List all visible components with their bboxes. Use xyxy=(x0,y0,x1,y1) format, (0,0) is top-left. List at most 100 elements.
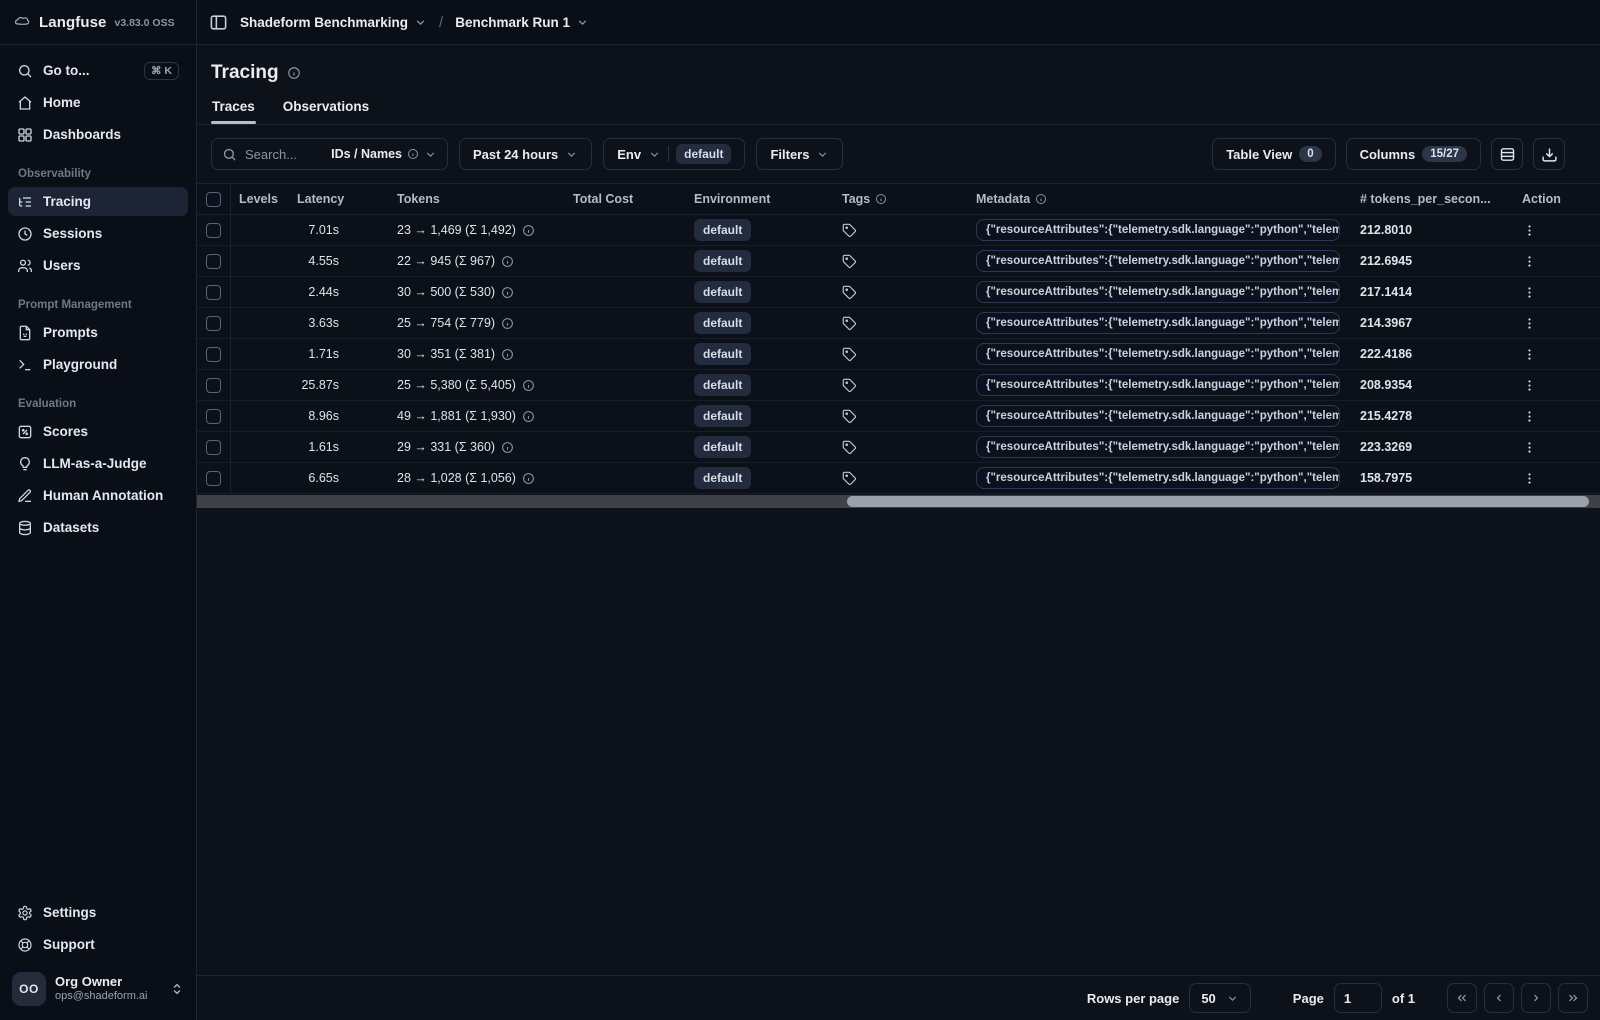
kebab-menu-icon[interactable] xyxy=(1522,254,1537,269)
sidebar-item-dashboards[interactable]: Dashboards xyxy=(8,120,188,149)
last-page-button[interactable] xyxy=(1558,983,1588,1013)
environment-badge[interactable]: default xyxy=(694,405,752,427)
column-header-latency[interactable]: Latency xyxy=(289,192,389,206)
environment-badge[interactable]: default xyxy=(694,436,752,458)
metadata-chip[interactable]: {"resourceAttributes":{"telemetry.sdk.la… xyxy=(976,436,1340,458)
metadata-chip[interactable]: {"resourceAttributes":{"telemetry.sdk.la… xyxy=(976,467,1340,489)
search-type-dropdown[interactable]: IDs / Names xyxy=(331,147,437,161)
tab-observations[interactable]: Observations xyxy=(282,92,370,124)
tag-icon[interactable] xyxy=(842,347,857,362)
environment-badge[interactable]: default xyxy=(694,219,752,241)
column-header-levels[interactable]: Levels xyxy=(231,192,289,206)
kebab-menu-icon[interactable] xyxy=(1522,409,1537,424)
row-checkbox[interactable] xyxy=(206,439,221,455)
info-icon[interactable] xyxy=(522,410,535,423)
info-icon[interactable] xyxy=(501,255,514,268)
row-height-button[interactable] xyxy=(1491,138,1523,170)
tag-icon[interactable] xyxy=(842,378,857,393)
column-header-environment[interactable]: Environment xyxy=(682,192,830,206)
columns-button[interactable]: Columns 15/27 xyxy=(1345,138,1481,170)
column-header-total-cost[interactable]: Total Cost xyxy=(557,192,682,206)
table-row[interactable]: 3.63s 25 → 754 (Σ 779) default {"resourc… xyxy=(197,308,1600,339)
env-filter-dropdown[interactable]: Env default xyxy=(603,138,746,170)
row-checkbox[interactable] xyxy=(206,377,221,393)
column-header-metadata[interactable]: Metadata xyxy=(966,192,1348,206)
info-icon[interactable] xyxy=(522,224,535,237)
table-row[interactable]: 25.87s 25 → 5,380 (Σ 5,405) default {"re… xyxy=(197,370,1600,401)
kebab-menu-icon[interactable] xyxy=(1522,285,1537,300)
page-number-input[interactable] xyxy=(1333,983,1382,1013)
sidebar-item-human-annotation[interactable]: Human Annotation xyxy=(8,481,188,510)
tab-traces[interactable]: Traces xyxy=(211,92,256,124)
time-range-dropdown[interactable]: Past 24 hours xyxy=(459,138,593,170)
info-icon[interactable] xyxy=(522,379,535,392)
first-page-button[interactable] xyxy=(1447,983,1477,1013)
sidebar-item-scores[interactable]: Scores xyxy=(8,417,188,446)
export-button[interactable] xyxy=(1533,138,1565,170)
sidebar-item-llm-judge[interactable]: LLM-as-a-Judge xyxy=(8,449,188,478)
environment-badge[interactable]: default xyxy=(694,281,752,303)
search-box[interactable]: IDs / Names xyxy=(211,138,448,170)
sidebar-item-playground[interactable]: Playground xyxy=(8,350,188,379)
column-header-tokens[interactable]: Tokens xyxy=(389,192,557,206)
next-page-button[interactable] xyxy=(1521,983,1551,1013)
kebab-menu-icon[interactable] xyxy=(1522,316,1537,331)
row-checkbox[interactable] xyxy=(206,346,221,362)
table-row[interactable]: 7.01s 23 → 1,469 (Σ 1,492) default {"res… xyxy=(197,215,1600,246)
table-row[interactable]: 1.71s 30 → 351 (Σ 381) default {"resourc… xyxy=(197,339,1600,370)
info-icon[interactable] xyxy=(501,441,514,454)
environment-badge[interactable]: default xyxy=(694,343,752,365)
table-view-button[interactable]: Table View 0 xyxy=(1212,138,1336,170)
info-icon[interactable] xyxy=(522,472,535,485)
tag-icon[interactable] xyxy=(842,285,857,300)
sidebar-item-support[interactable]: Support xyxy=(8,930,188,959)
metadata-chip[interactable]: {"resourceAttributes":{"telemetry.sdk.la… xyxy=(976,250,1340,272)
info-icon[interactable] xyxy=(501,286,514,299)
search-input[interactable] xyxy=(245,146,324,162)
kebab-menu-icon[interactable] xyxy=(1522,471,1537,486)
sidebar-item-tracing[interactable]: Tracing xyxy=(8,187,188,216)
column-header-tokens-per-second[interactable]: # tokens_per_secon... xyxy=(1348,192,1506,206)
scrollbar-thumb[interactable] xyxy=(846,496,1589,507)
table-row[interactable]: 6.65s 28 → 1,028 (Σ 1,056) default {"res… xyxy=(197,463,1600,494)
filters-dropdown[interactable]: Filters xyxy=(756,138,844,170)
environment-badge[interactable]: default xyxy=(694,250,752,272)
metadata-chip[interactable]: {"resourceAttributes":{"telemetry.sdk.la… xyxy=(976,374,1340,396)
sidebar-item-settings[interactable]: Settings xyxy=(8,898,188,927)
row-checkbox[interactable] xyxy=(206,315,221,331)
row-checkbox[interactable] xyxy=(206,470,221,486)
goto-search[interactable]: Go to... ⌘ K xyxy=(8,56,188,85)
tag-icon[interactable] xyxy=(842,316,857,331)
table-row[interactable]: 4.55s 22 → 945 (Σ 967) default {"resourc… xyxy=(197,246,1600,277)
row-checkbox[interactable] xyxy=(206,284,221,300)
environment-badge[interactable]: default xyxy=(694,374,752,396)
row-checkbox[interactable] xyxy=(206,408,221,424)
metadata-chip[interactable]: {"resourceAttributes":{"telemetry.sdk.la… xyxy=(976,281,1340,303)
metadata-chip[interactable]: {"resourceAttributes":{"telemetry.sdk.la… xyxy=(976,219,1340,241)
sidebar-item-datasets[interactable]: Datasets xyxy=(8,513,188,542)
column-header-tags[interactable]: Tags xyxy=(830,192,966,206)
tag-icon[interactable] xyxy=(842,223,857,238)
sidebar-item-prompts[interactable]: Prompts xyxy=(8,318,188,347)
info-icon[interactable] xyxy=(287,66,301,80)
kebab-menu-icon[interactable] xyxy=(1522,378,1537,393)
kebab-menu-icon[interactable] xyxy=(1522,440,1537,455)
environment-badge[interactable]: default xyxy=(694,467,752,489)
user-menu[interactable]: OO Org Owner ops@shadeform.ai xyxy=(0,962,196,1020)
previous-page-button[interactable] xyxy=(1484,983,1514,1013)
rows-per-page-select[interactable]: 50 xyxy=(1189,983,1251,1013)
kebab-menu-icon[interactable] xyxy=(1522,347,1537,362)
row-checkbox[interactable] xyxy=(206,253,221,269)
kebab-menu-icon[interactable] xyxy=(1522,223,1537,238)
table-row[interactable]: 1.61s 29 → 331 (Σ 360) default {"resourc… xyxy=(197,432,1600,463)
sidebar-item-sessions[interactable]: Sessions xyxy=(8,219,188,248)
tag-icon[interactable] xyxy=(842,440,857,455)
table-row[interactable]: 8.96s 49 → 1,881 (Σ 1,930) default {"res… xyxy=(197,401,1600,432)
info-icon[interactable] xyxy=(501,348,514,361)
tag-icon[interactable] xyxy=(842,254,857,269)
metadata-chip[interactable]: {"resourceAttributes":{"telemetry.sdk.la… xyxy=(976,405,1340,427)
sidebar-item-users[interactable]: Users xyxy=(8,251,188,280)
tag-icon[interactable] xyxy=(842,409,857,424)
metadata-chip[interactable]: {"resourceAttributes":{"telemetry.sdk.la… xyxy=(976,343,1340,365)
environment-badge[interactable]: default xyxy=(694,312,752,334)
